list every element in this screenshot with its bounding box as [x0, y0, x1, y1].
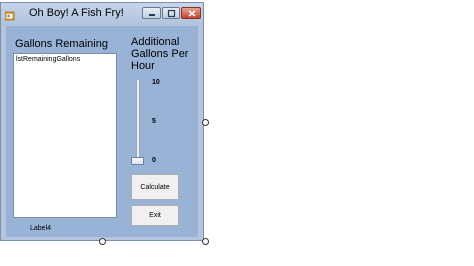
designer-surface: Oh Boy! A Fish Fry! Gallons Remaining ls…: [0, 0, 474, 266]
maximize-icon: [167, 9, 176, 18]
gallons-remaining-label: Gallons Remaining: [15, 38, 108, 50]
exit-button[interactable]: Exit: [131, 205, 179, 226]
close-icon: [188, 10, 196, 17]
window-title: Oh Boy! A Fish Fry!: [29, 7, 124, 19]
form-window: Oh Boy! A Fish Fry! Gallons Remaining ls…: [0, 2, 204, 241]
trackbar-thumb[interactable]: [131, 157, 144, 165]
form-client-area: Gallons Remaining lstRemainingGallons Ad…: [6, 26, 198, 237]
list-item[interactable]: lstRemainingGallons: [16, 56, 114, 63]
calculate-button[interactable]: Calculate: [131, 174, 179, 200]
resize-handle-corner[interactable]: [202, 238, 209, 245]
title-bar[interactable]: Oh Boy! A Fish Fry!: [1, 3, 203, 25]
minimize-icon: [149, 14, 155, 16]
remaining-gallons-listbox[interactable]: lstRemainingGallons: [13, 53, 117, 218]
resize-handle-right[interactable]: [202, 119, 209, 126]
maximize-button[interactable]: [162, 7, 180, 19]
status-label: Label4: [30, 225, 52, 232]
trackbar-min-label: 0: [152, 157, 156, 164]
trackbar-max-label: 10: [152, 79, 160, 86]
gallons-trackbar[interactable]: [136, 79, 140, 163]
close-button[interactable]: [181, 7, 201, 19]
app-form-icon: [4, 8, 15, 21]
minimize-button[interactable]: [142, 7, 161, 19]
trackbar-mid-label: 5: [152, 118, 156, 125]
additional-gallons-label: Additional Gallons Per Hour: [131, 36, 189, 72]
resize-handle-bottom[interactable]: [99, 238, 106, 245]
